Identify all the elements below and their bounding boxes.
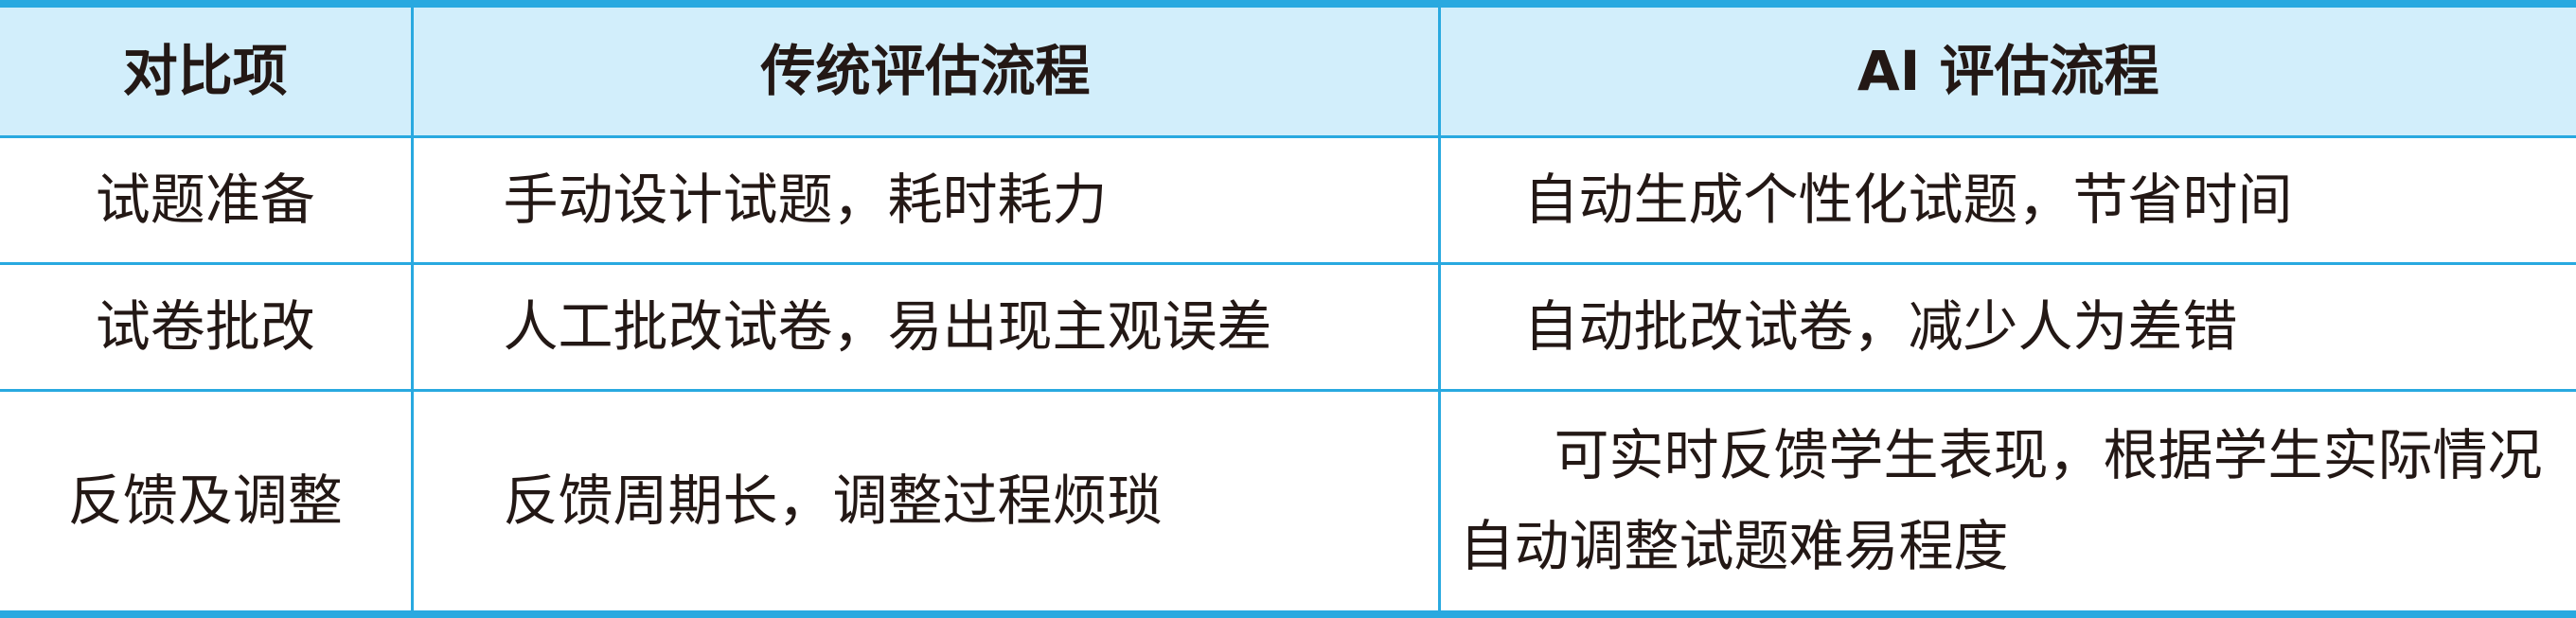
row-item-label: 反馈及调整 xyxy=(0,388,414,616)
table-row: 试题准备 手动设计试题，耗时耗力 自动生成个性化试题，节省时间 xyxy=(0,134,2576,265)
ai-cell: 自动生成个性化试题，节省时间 xyxy=(1437,134,2576,265)
row-item-label: 试卷批改 xyxy=(0,261,414,392)
comparison-table-container: 对比项 传统评估流程 AI 评估流程 试题准备 手动设计试题，耗时耗力 自动生成… xyxy=(0,0,2576,618)
row-item-label: 试题准备 xyxy=(0,134,414,265)
ai-cell: 可实时反馈学生表现，根据学生实际情况自动调整试题难易程度 xyxy=(1437,388,2576,616)
header-traditional-process: 传统评估流程 xyxy=(410,2,1441,138)
header-row: 对比项 传统评估流程 AI 评估流程 xyxy=(0,2,2576,138)
table-body: 试题准备 手动设计试题，耗时耗力 自动生成个性化试题，节省时间 试卷批改 人工批… xyxy=(0,134,2576,616)
ai-cell: 自动批改试卷，减少人为差错 xyxy=(1437,261,2576,392)
header-ai-process: AI 评估流程 xyxy=(1437,2,2576,138)
traditional-cell: 人工批改试卷，易出现主观误差 xyxy=(410,261,1441,392)
comparison-table: 对比项 传统评估流程 AI 评估流程 试题准备 手动设计试题，耗时耗力 自动生成… xyxy=(0,0,2576,618)
header-comparison-item: 对比项 xyxy=(0,2,414,138)
traditional-cell: 反馈周期长，调整过程烦琐 xyxy=(410,388,1441,616)
table-row: 反馈及调整 反馈周期长，调整过程烦琐 可实时反馈学生表现，根据学生实际情况自动调… xyxy=(0,388,2576,616)
table-row: 试卷批改 人工批改试卷，易出现主观误差 自动批改试卷，减少人为差错 xyxy=(0,261,2576,392)
traditional-cell: 手动设计试题，耗时耗力 xyxy=(410,134,1441,265)
table-header: 对比项 传统评估流程 AI 评估流程 xyxy=(0,2,2576,138)
